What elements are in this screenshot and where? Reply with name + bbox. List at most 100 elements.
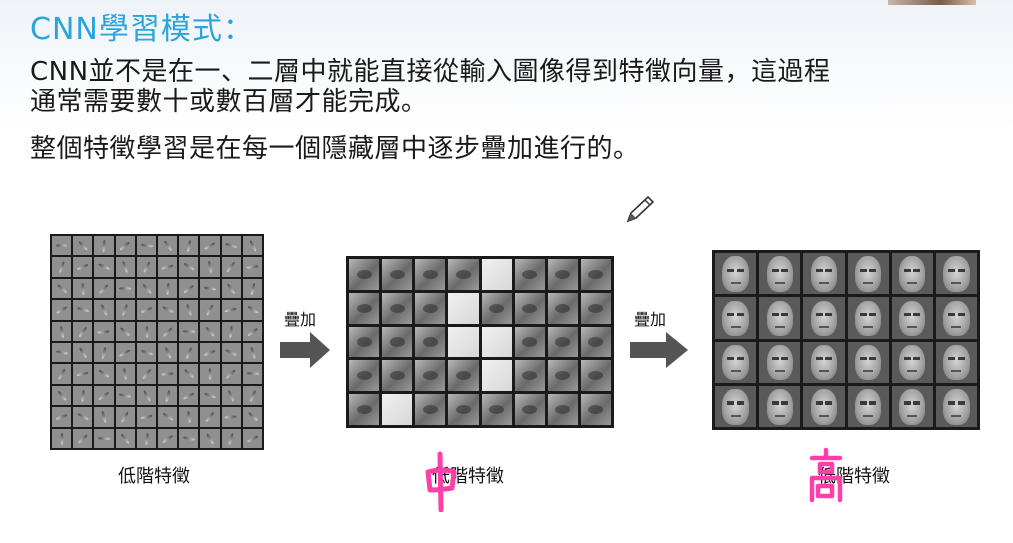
feature-tile — [242, 385, 262, 406]
feature-tile — [52, 385, 72, 406]
feature-tile — [115, 385, 135, 406]
body-line-3: 整個特徵學習是在每一個隱藏層中逐步疊加進行的。 — [30, 134, 640, 164]
feature-tile — [221, 428, 241, 448]
feature-tile — [221, 342, 241, 363]
feature-tile — [158, 428, 178, 448]
feature-tile — [94, 364, 114, 384]
feature-tile — [115, 300, 135, 320]
face-feature-tile — [715, 341, 757, 383]
face-feature-tile — [715, 253, 757, 295]
face-feature-tile — [935, 253, 977, 295]
feature-tile — [136, 407, 156, 427]
pencil-cursor-icon — [626, 195, 655, 223]
feature-tile — [94, 428, 114, 448]
feature-tile — [547, 394, 578, 425]
feature-tile — [94, 407, 114, 427]
feature-tile — [52, 364, 72, 384]
feature-tile — [73, 428, 93, 448]
face-feature-tile — [935, 341, 977, 383]
feature-tile — [200, 385, 220, 406]
face-feature-tile — [803, 253, 845, 295]
feature-tile — [158, 300, 178, 320]
feature-tile — [179, 364, 199, 384]
feature-tile — [221, 385, 241, 406]
feature-tile — [200, 278, 220, 299]
feature-tile — [242, 428, 262, 448]
feature-tile — [221, 321, 241, 341]
feature-tile — [200, 300, 220, 320]
handwritten-annotation-high — [809, 447, 843, 503]
face-feature-tile — [759, 385, 801, 427]
face-feature-tile — [759, 341, 801, 383]
feature-tile — [242, 300, 262, 320]
feature-tile — [179, 428, 199, 448]
feature-tile — [242, 257, 262, 277]
feature-tile — [448, 259, 479, 290]
feature-tile — [200, 342, 220, 363]
feature-tile — [52, 300, 72, 320]
feature-tile — [158, 278, 178, 299]
feature-tile — [115, 407, 135, 427]
feature-tile — [115, 278, 135, 299]
feature-tile — [115, 364, 135, 384]
feature-tile — [221, 278, 241, 299]
feature-tile — [200, 407, 220, 427]
feature-tile — [136, 385, 156, 406]
feature-tile — [349, 292, 380, 324]
feature-tile — [200, 364, 220, 384]
feature-tile — [94, 300, 114, 320]
feature-tile — [221, 300, 241, 320]
face-feature-tile — [847, 385, 889, 427]
feature-tile — [242, 236, 262, 256]
slide-title: CNN學習模式： — [30, 12, 254, 47]
feature-tile — [94, 236, 114, 256]
feature-tile — [136, 236, 156, 256]
feature-tile — [514, 360, 545, 392]
feature-tile — [242, 407, 262, 427]
body-line-1: CNN並不是在一、二層中就能直接從輸入圖像得到特徵向量，這過程 — [30, 57, 831, 87]
face-feature-tile — [935, 297, 977, 339]
feature-tile — [382, 259, 413, 290]
feature-tile — [242, 321, 262, 341]
high-level-features-grid — [712, 250, 980, 430]
feature-tile — [200, 428, 220, 448]
feature-tile — [580, 326, 611, 358]
feature-tile — [481, 326, 512, 358]
feature-tile — [73, 385, 93, 406]
feature-tile — [136, 300, 156, 320]
feature-tile — [115, 428, 135, 448]
face-feature-tile — [715, 385, 757, 427]
feature-tile — [242, 364, 262, 384]
feature-tile — [73, 342, 93, 363]
feature-tile — [73, 278, 93, 299]
feature-tile — [415, 326, 446, 358]
feature-tile — [136, 321, 156, 341]
feature-tile — [94, 321, 114, 341]
feature-tile — [158, 364, 178, 384]
right-arrow-icon — [630, 332, 688, 368]
feature-tile — [200, 321, 220, 341]
feature-tile — [136, 364, 156, 384]
feature-tile — [94, 385, 114, 406]
feature-tile — [158, 257, 178, 277]
feature-tile — [73, 300, 93, 320]
feature-tile — [73, 321, 93, 341]
low-level-features-grid — [50, 234, 264, 450]
feature-tile — [221, 236, 241, 256]
feature-tile — [73, 257, 93, 277]
feature-tile — [200, 236, 220, 256]
feature-tile — [415, 292, 446, 324]
feature-tile — [481, 292, 512, 324]
feature-tile — [136, 342, 156, 363]
feature-tile — [580, 360, 611, 392]
feature-tile — [547, 360, 578, 392]
feature-tile — [349, 259, 380, 290]
feature-tile — [158, 321, 178, 341]
feature-tile — [580, 259, 611, 290]
face-feature-tile — [891, 253, 933, 295]
feature-tile — [94, 257, 114, 277]
feature-tile — [179, 257, 199, 277]
face-feature-tile — [715, 297, 757, 339]
face-feature-tile — [847, 253, 889, 295]
feature-tile — [349, 360, 380, 392]
